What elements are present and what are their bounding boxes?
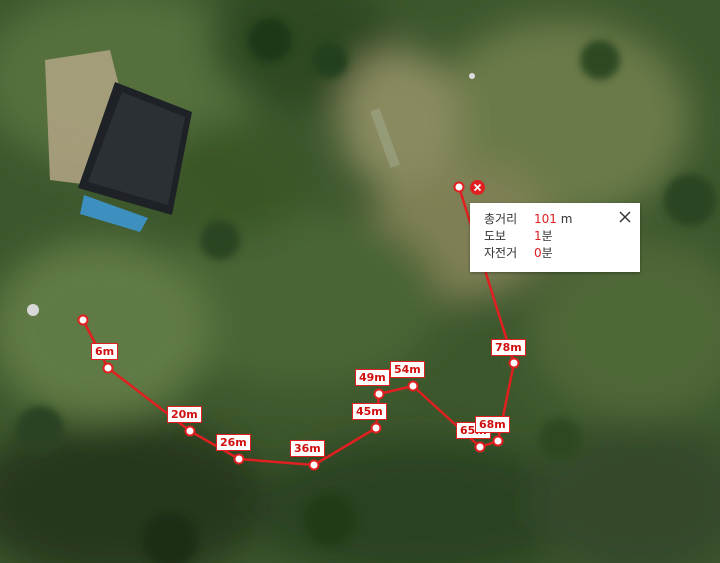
route-vertex[interactable] bbox=[308, 459, 320, 471]
total-distance-row: 총거리 101 m bbox=[484, 211, 572, 227]
marker-dot bbox=[469, 73, 475, 79]
distance-info-box: 총거리 101 m 도보 1분 자전거 0분 bbox=[470, 203, 640, 272]
route-vertex[interactable] bbox=[370, 422, 382, 434]
close-icon[interactable] bbox=[618, 210, 632, 224]
distance-label: 20m bbox=[167, 406, 202, 423]
distance-label: 78m bbox=[491, 339, 526, 356]
x-mark-icon bbox=[473, 183, 482, 192]
route-vertex[interactable] bbox=[373, 388, 385, 400]
walk-time-value: 1 bbox=[534, 229, 542, 243]
route-vertex[interactable] bbox=[492, 435, 504, 447]
route-vertex[interactable] bbox=[184, 425, 196, 437]
route-vertex[interactable] bbox=[233, 453, 245, 465]
bike-time-unit: 분 bbox=[541, 246, 553, 260]
distance-label: 26m bbox=[216, 434, 251, 451]
total-distance-unit: m bbox=[560, 212, 573, 226]
marker-dot bbox=[27, 304, 39, 316]
total-distance-value: 101 bbox=[534, 212, 557, 226]
total-distance-label: 총거리 bbox=[484, 212, 518, 226]
walk-time-unit: 분 bbox=[541, 229, 553, 243]
walk-time-label: 도보 bbox=[484, 229, 507, 243]
route-vertex[interactable] bbox=[453, 181, 465, 193]
walk-time-row: 도보 1분 bbox=[484, 228, 553, 244]
distance-label: 6m bbox=[91, 343, 119, 360]
distance-label: 45m bbox=[352, 403, 387, 420]
map-canvas[interactable]: 6m 20m 26m 36m 45m 49m 54m 65m 68m 78m 총… bbox=[0, 0, 720, 563]
satellite-map bbox=[0, 0, 720, 563]
route-vertex[interactable] bbox=[474, 441, 486, 453]
route-vertex[interactable] bbox=[102, 362, 114, 374]
bike-time-value: 0 bbox=[534, 246, 542, 260]
bike-time-row: 자전거 0분 bbox=[484, 245, 553, 261]
bike-time-label: 자전거 bbox=[484, 246, 518, 260]
route-vertex[interactable] bbox=[508, 357, 520, 369]
distance-label: 68m bbox=[475, 416, 510, 433]
route-vertex[interactable] bbox=[407, 380, 419, 392]
distance-label: 36m bbox=[290, 440, 325, 457]
distance-label: 49m bbox=[355, 369, 390, 386]
remove-route-icon[interactable] bbox=[470, 180, 485, 195]
route-vertex[interactable] bbox=[77, 314, 89, 326]
distance-label: 54m bbox=[390, 361, 425, 378]
